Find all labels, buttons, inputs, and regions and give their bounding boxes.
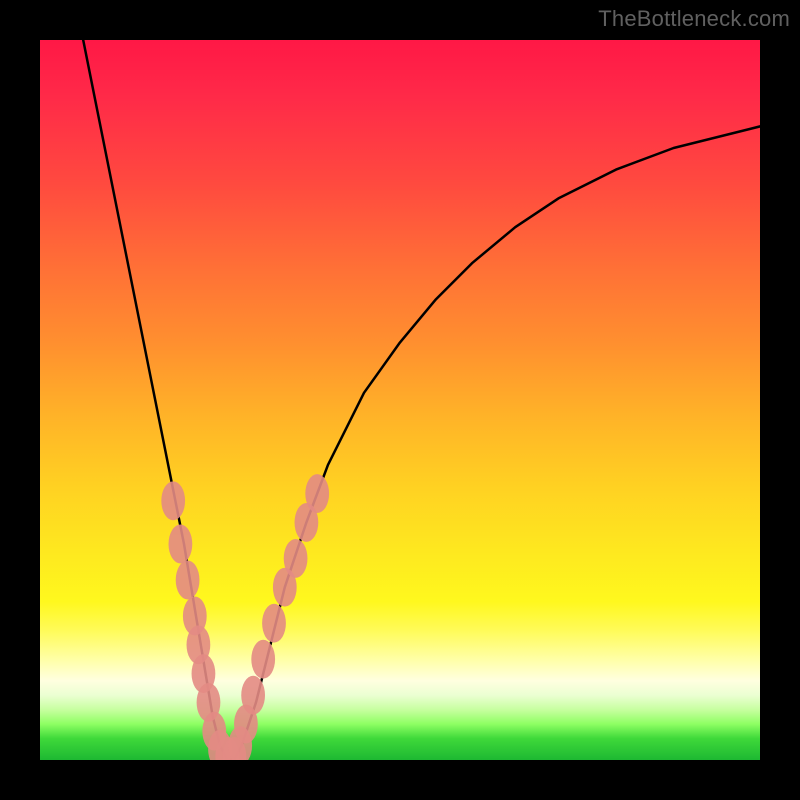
frame: TheBottleneck.com [0, 0, 800, 800]
plot-area [40, 40, 760, 760]
bottleneck-curve [40, 40, 760, 760]
watermark-text: TheBottleneck.com [598, 6, 790, 32]
